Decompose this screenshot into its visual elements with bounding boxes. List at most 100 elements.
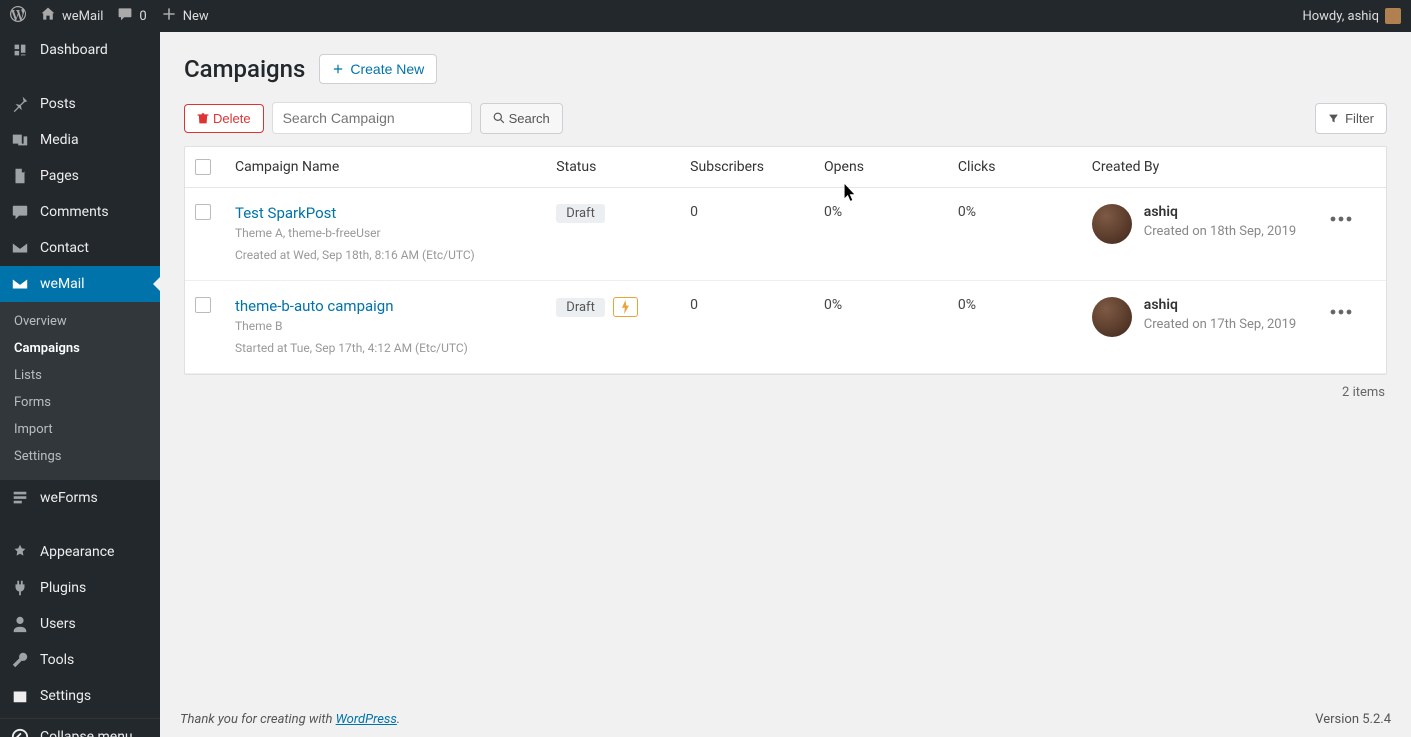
footer-thanks-prefix: Thank you for creating with: [180, 712, 336, 727]
sidebar-item-tools[interactable]: Tools: [0, 642, 160, 678]
collapse-icon: [10, 727, 30, 737]
campaign-time: Started at Tue, Sep 17th, 4:12 AM (Etc/U…: [235, 341, 556, 355]
clicks-value: 0%: [958, 204, 1092, 220]
submenu-item-forms[interactable]: Forms: [0, 389, 160, 416]
sidebar-item-pages[interactable]: Pages: [0, 158, 160, 194]
sidebar-item-users[interactable]: Users: [0, 606, 160, 642]
sidebar-label-appearance: Appearance: [40, 544, 114, 560]
site-name: weMail: [62, 9, 103, 24]
row-actions-button[interactable]: [1306, 297, 1376, 327]
create-new-button[interactable]: Create New: [319, 54, 437, 84]
toolbar-avatar: [1385, 8, 1401, 24]
comment-icon: [117, 6, 133, 26]
submenu-item-overview[interactable]: Overview: [0, 308, 160, 335]
sidebar-label-wemail: weMail: [40, 276, 85, 292]
site-home-link[interactable]: weMail: [40, 6, 103, 26]
opens-value: 0%: [824, 204, 958, 220]
sidebar-item-appearance[interactable]: Appearance: [0, 534, 160, 570]
submenu-item-lists[interactable]: Lists: [0, 362, 160, 389]
toolbar-comments-link[interactable]: 0: [117, 6, 146, 26]
toolbar-comments-count: 0: [139, 9, 146, 24]
automation-badge: [613, 297, 638, 317]
sidebar-label-wpsettings: Settings: [40, 688, 91, 704]
sidebar-item-dashboard[interactable]: Dashboard: [0, 32, 160, 68]
create-new-label: Create New: [350, 61, 424, 77]
search-input[interactable]: [272, 102, 472, 134]
submenu-item-import[interactable]: Import: [0, 416, 160, 443]
dots-icon: [1330, 309, 1352, 315]
sidebar-label-users: Users: [40, 616, 76, 632]
sidebar-label-weforms: weForms: [40, 490, 98, 506]
sidebar-label-contact: Contact: [40, 240, 89, 256]
pages-icon: [10, 166, 30, 186]
row-checkbox[interactable]: [195, 297, 211, 313]
submenu-wemail: OverviewCampaignsListsFormsImportSetting…: [0, 302, 160, 480]
creator-date: Created on 18th Sep, 2019: [1144, 224, 1296, 239]
col-subscribers: Subscribers: [690, 159, 824, 175]
collapse-menu[interactable]: Collapse menu: [0, 718, 160, 737]
filter-icon: [1328, 113, 1339, 124]
sidebar-label-plugins: Plugins: [40, 580, 86, 596]
media-icon: [10, 130, 30, 150]
select-all-checkbox[interactable]: [195, 159, 211, 175]
footer-thanks-suffix: .: [397, 712, 400, 727]
sidebar-item-contact[interactable]: Contact: [0, 230, 160, 266]
campaign-name-link[interactable]: theme-b-auto campaign: [235, 297, 556, 315]
col-clicks: Clicks: [958, 159, 1092, 175]
campaign-meta: Theme A, theme-b-freeUser: [235, 226, 556, 240]
campaign-name-link[interactable]: Test SparkPost: [235, 204, 556, 222]
creator-date: Created on 17th Sep, 2019: [1144, 317, 1296, 332]
sidebar-label-pages: Pages: [40, 168, 79, 184]
filter-label: Filter: [1345, 111, 1374, 126]
trash-icon: [197, 112, 209, 124]
plugins-icon: [10, 578, 30, 598]
sidebar-item-posts[interactable]: Posts: [0, 86, 160, 122]
status-badge: Draft: [556, 298, 605, 317]
settings-icon: [10, 686, 30, 706]
col-status: Status: [556, 159, 690, 175]
toolbar-new-label: New: [183, 9, 209, 24]
sidebar-item-media[interactable]: Media: [0, 122, 160, 158]
sidebar-item-plugins[interactable]: Plugins: [0, 570, 160, 606]
sidebar-label-dashboard: Dashboard: [40, 42, 108, 58]
col-opens: Opens: [824, 159, 958, 175]
items-total: 2 items: [184, 375, 1387, 400]
footer-version: Version 5.2.4: [1315, 712, 1391, 727]
page-title: Campaigns: [184, 55, 305, 83]
admin-sidebar: Dashboard Posts Media Pages Comments Contact w…: [0, 32, 160, 737]
wordpress-icon: [10, 6, 26, 26]
sidebar-item-comments[interactable]: Comments: [0, 194, 160, 230]
footer-wordpress-link[interactable]: WordPress: [336, 712, 397, 727]
sidebar-label-comments: Comments: [40, 204, 109, 220]
subscribers-value: 0: [690, 297, 824, 313]
comments-icon: [10, 202, 30, 222]
dots-icon: [1330, 216, 1352, 222]
search-label: Search: [509, 111, 550, 126]
plus-icon: [161, 6, 177, 26]
submenu-item-campaigns[interactable]: Campaigns: [0, 335, 160, 362]
filter-button[interactable]: Filter: [1315, 103, 1387, 134]
sidebar-item-wpsettings[interactable]: Settings: [0, 678, 160, 714]
sidebar-label-posts: Posts: [40, 96, 76, 112]
sidebar-item-weforms[interactable]: weForms: [0, 480, 160, 516]
delete-label: Delete: [213, 111, 251, 126]
tools-icon: [10, 650, 30, 670]
sidebar-item-wemail[interactable]: weMail: [0, 266, 160, 302]
bolt-icon: [620, 300, 631, 314]
status-badge: Draft: [556, 204, 605, 223]
creator-name: ashiq: [1144, 297, 1296, 313]
dashboard-icon: [10, 40, 30, 60]
admin-footer: Thank you for creating with WordPress. V…: [160, 702, 1411, 737]
forms-icon: [10, 488, 30, 508]
wp-logo-link[interactable]: [10, 6, 26, 26]
search-button[interactable]: Search: [480, 103, 563, 134]
appearance-icon: [10, 542, 30, 562]
submenu-item-settings[interactable]: Settings: [0, 443, 160, 470]
toolbar-new-link[interactable]: New: [161, 6, 209, 26]
col-createdby: Created By: [1092, 159, 1306, 175]
mail-icon: [10, 274, 30, 294]
delete-button[interactable]: Delete: [184, 104, 264, 133]
howdy-link[interactable]: Howdy, ashiq: [1302, 8, 1401, 24]
row-actions-button[interactable]: [1306, 204, 1376, 234]
row-checkbox[interactable]: [195, 204, 211, 220]
